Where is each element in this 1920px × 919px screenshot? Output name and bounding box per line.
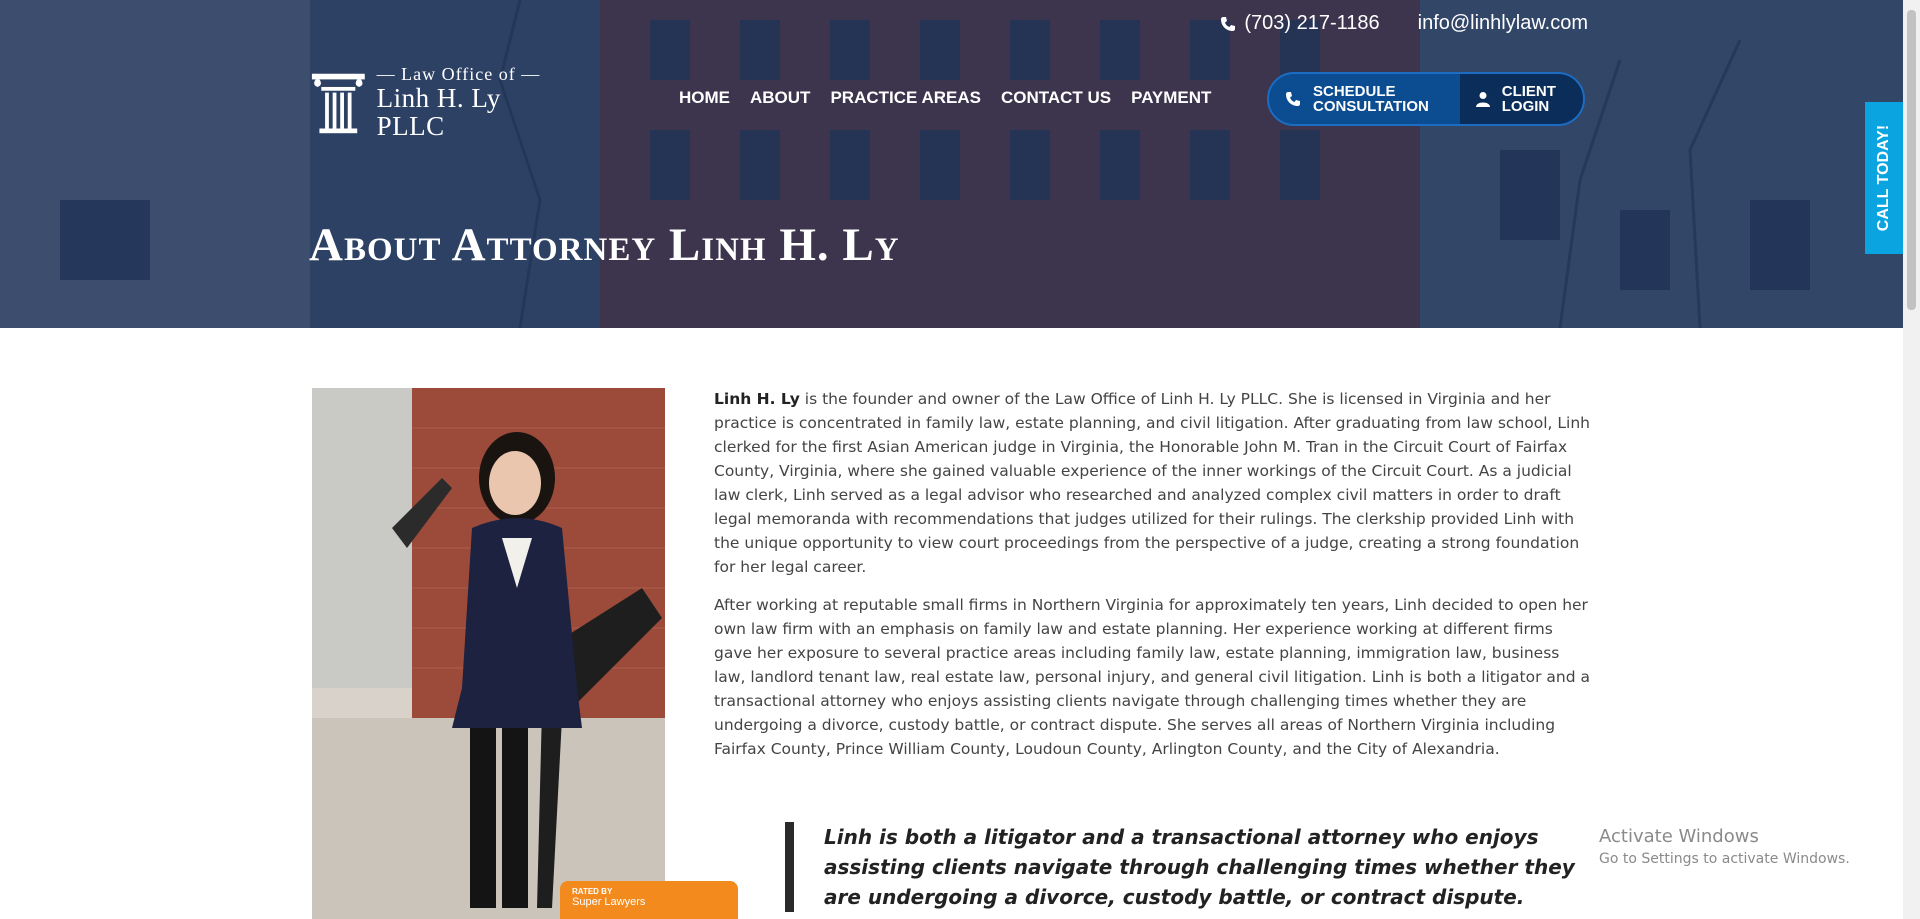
nav-contact-us[interactable]: CONTACT US bbox=[1001, 88, 1111, 108]
page-scrollbar[interactable] bbox=[1903, 0, 1920, 919]
bio-paragraph-1: Linh H. Ly is the founder and owner of t… bbox=[714, 387, 1594, 579]
bio-paragraph-1-text: is the founder and owner of the Law Offi… bbox=[714, 390, 1590, 576]
nav-payment[interactable]: PAYMENT bbox=[1131, 88, 1211, 108]
bio-section: Linh H. Ly is the founder and owner of t… bbox=[714, 387, 1594, 775]
schedule-label-line-2: CONSULTATION bbox=[1313, 98, 1429, 115]
phone-icon bbox=[1286, 92, 1300, 106]
client-label-line-1: CLIENT bbox=[1501, 83, 1556, 100]
logo-text: — Law Office of — Linh H. Ly PLLC bbox=[377, 65, 565, 141]
bio-paragraph-2: After working at reputable small firms i… bbox=[714, 596, 1590, 758]
schedule-consultation-button[interactable]: SCHEDULE CONSULTATION bbox=[1269, 74, 1460, 124]
activate-title: Activate Windows bbox=[1599, 826, 1759, 847]
attorney-portrait bbox=[312, 388, 665, 919]
contact-bar: (703) 217-1186 info@linhlylaw.com bbox=[1220, 12, 1588, 35]
pull-quote: Linh is both a litigator and a transacti… bbox=[785, 822, 1595, 912]
cta-group: SCHEDULE CONSULTATION CLIENT LOGIN bbox=[1267, 72, 1585, 126]
badge-rated-by: RATED BY bbox=[572, 887, 613, 896]
client-login-label: CLIENT LOGIN bbox=[1502, 84, 1556, 114]
phone-number: (703) 217-1186 bbox=[1244, 12, 1380, 34]
phone-link[interactable]: (703) 217-1186 bbox=[1220, 12, 1380, 35]
client-login-button[interactable]: CLIENT LOGIN bbox=[1459, 74, 1583, 124]
super-lawyers-badge[interactable]: RATED BY Super Lawyers bbox=[560, 881, 738, 919]
call-today-tab[interactable]: CALL TODAY! bbox=[1865, 102, 1903, 254]
email-address: info@linhlylaw.com bbox=[1417, 12, 1588, 34]
nav-about[interactable]: ABOUT bbox=[750, 88, 810, 108]
call-today-label: CALL TODAY! bbox=[1875, 124, 1893, 232]
page-title: About Attorney Linh H. Ly bbox=[309, 219, 900, 271]
nav-practice-areas[interactable]: PRACTICE AREAS bbox=[830, 88, 981, 108]
site-logo[interactable]: — Law Office of — Linh H. Ly PLLC bbox=[310, 65, 565, 141]
activate-subtitle: Go to Settings to activate Windows. bbox=[1599, 851, 1850, 867]
hero-banner bbox=[0, 0, 1903, 328]
logo-line-1: — Law Office of — bbox=[376, 64, 541, 85]
scrollbar-thumb[interactable] bbox=[1907, 10, 1916, 310]
schedule-label-line-1: SCHEDULE bbox=[1313, 83, 1396, 100]
bio-name: Linh H. Ly bbox=[714, 390, 800, 408]
badge-super-lawyers: Super Lawyers bbox=[572, 896, 646, 908]
user-icon bbox=[1475, 92, 1490, 107]
pillar-logo-icon bbox=[311, 73, 365, 134]
windows-activation-watermark: Activate Windows Go to Settings to activ… bbox=[1599, 826, 1850, 867]
client-label-line-2: LOGIN bbox=[1501, 98, 1550, 115]
main-nav: HOME ABOUT PRACTICE AREAS CONTACT US PAY… bbox=[679, 88, 1211, 108]
hero-overlay bbox=[0, 0, 1903, 328]
attorney-photo bbox=[312, 388, 665, 919]
logo-line-2: Linh H. Ly PLLC bbox=[376, 83, 501, 142]
schedule-label: SCHEDULE CONSULTATION bbox=[1313, 84, 1429, 114]
email-link[interactable]: info@linhlylaw.com bbox=[1418, 12, 1588, 35]
nav-home[interactable]: HOME bbox=[679, 88, 730, 108]
phone-icon bbox=[1221, 16, 1236, 31]
